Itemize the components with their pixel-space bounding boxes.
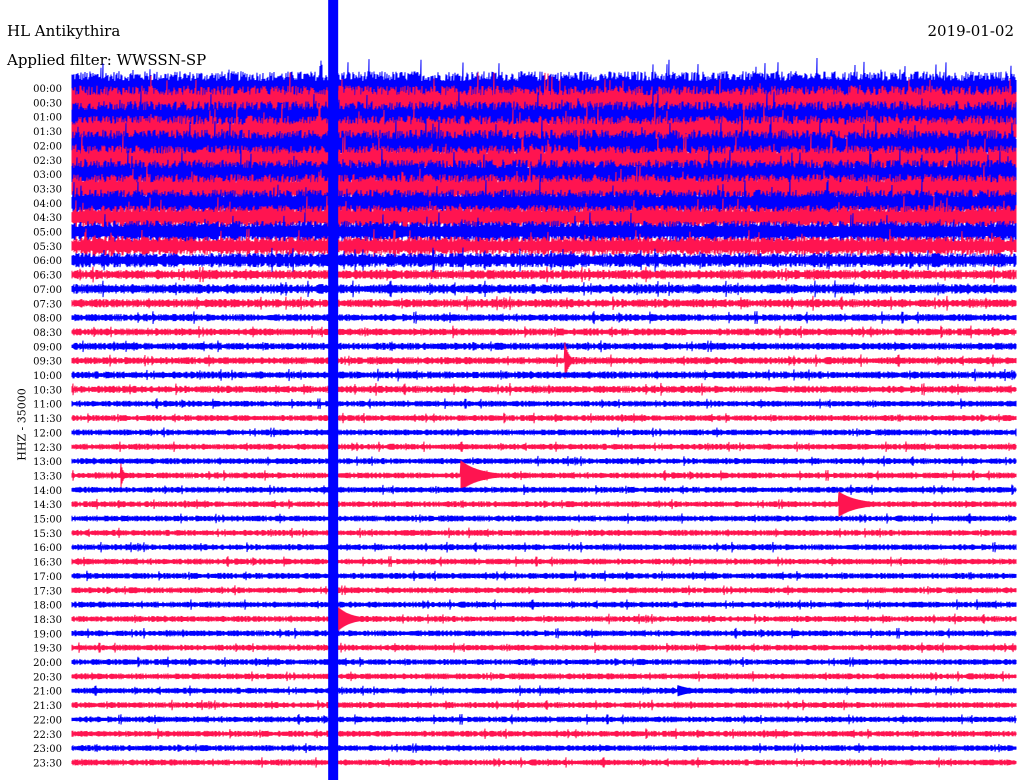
row-time-label: 17:30 bbox=[33, 586, 62, 597]
row-time-label: 12:30 bbox=[33, 443, 62, 454]
trace-row-1730 bbox=[71, 585, 1017, 596]
row-time-label: 09:00 bbox=[33, 342, 62, 353]
clipped-spike bbox=[328, 0, 339, 780]
row-time-label: 06:30 bbox=[33, 271, 62, 282]
row-time-label: 15:30 bbox=[33, 529, 62, 540]
trace-row-1300 bbox=[71, 455, 1017, 467]
row-time-label: 11:00 bbox=[33, 400, 62, 411]
trace-row-1800 bbox=[71, 599, 1017, 610]
row-time-label: 16:30 bbox=[33, 558, 62, 569]
row-time-label: 21:00 bbox=[33, 687, 62, 698]
trace-row-0730 bbox=[71, 295, 1017, 311]
row-time-label: 08:30 bbox=[33, 328, 62, 339]
trace-row-1700 bbox=[71, 570, 1017, 582]
trace-row-2030 bbox=[71, 671, 1017, 682]
row-time-label: 12:00 bbox=[33, 428, 62, 439]
trace-row-0900 bbox=[71, 340, 1017, 353]
row-time-label: 05:00 bbox=[33, 228, 62, 239]
row-time-label: 19:00 bbox=[33, 629, 62, 640]
row-time-label: 17:00 bbox=[33, 572, 62, 583]
trace-row-1930 bbox=[71, 642, 1017, 653]
trace-row-1530 bbox=[71, 527, 1017, 539]
trace-row-1130 bbox=[71, 412, 1017, 424]
row-time-label: 23:00 bbox=[33, 744, 62, 755]
trace-row-1200 bbox=[71, 427, 1017, 438]
row-time-label: 21:30 bbox=[33, 701, 62, 712]
row-time-label: 20:00 bbox=[33, 658, 62, 669]
row-time-label: 02:00 bbox=[33, 141, 62, 152]
trace-row-0800 bbox=[71, 311, 1017, 325]
trace-row-1330 bbox=[71, 460, 1017, 491]
row-time-label: 15:00 bbox=[33, 515, 62, 526]
row-time-label: 08:00 bbox=[33, 314, 62, 325]
trace-row-2300 bbox=[71, 743, 1017, 754]
trace-row-1030 bbox=[71, 382, 1017, 396]
row-time-label: 09:30 bbox=[33, 357, 62, 368]
row-time-label: 19:30 bbox=[33, 644, 62, 655]
row-time-label: 00:30 bbox=[33, 98, 62, 109]
row-time-label: 10:00 bbox=[33, 371, 62, 382]
row-time-label: 01:00 bbox=[33, 113, 62, 124]
row-time-label: 16:00 bbox=[33, 543, 62, 554]
trace-row-2230 bbox=[71, 728, 1017, 740]
trace-row-1430 bbox=[71, 491, 1017, 517]
trace-row-1500 bbox=[71, 513, 1017, 524]
row-time-label: 10:30 bbox=[33, 385, 62, 396]
row-time-label: 22:00 bbox=[33, 715, 62, 726]
row-time-label: 07:30 bbox=[33, 299, 62, 310]
row-time-label: 03:30 bbox=[33, 184, 62, 195]
row-time-label: 23:30 bbox=[33, 758, 62, 769]
row-time-label: 07:00 bbox=[33, 285, 62, 296]
row-time-label: 06:00 bbox=[33, 256, 62, 267]
trace-row-2130 bbox=[71, 699, 1017, 711]
trace-row-2330 bbox=[71, 757, 1017, 768]
trace-row-2000 bbox=[71, 656, 1017, 668]
trace-row-0830 bbox=[71, 325, 1017, 339]
row-time-label: 04:00 bbox=[33, 199, 62, 210]
trace-row-1830 bbox=[71, 603, 1017, 635]
row-time-label: 18:30 bbox=[33, 615, 62, 626]
trace-row-1400 bbox=[71, 484, 1017, 496]
row-time-label: 14:30 bbox=[33, 500, 62, 511]
trace-row-2200 bbox=[71, 713, 1017, 725]
row-time-label: 01:30 bbox=[33, 127, 62, 138]
trace-row-0700 bbox=[71, 280, 1017, 298]
trace-row-1630 bbox=[71, 556, 1017, 567]
row-time-label: 14:00 bbox=[33, 486, 62, 497]
row-time-label: 18:00 bbox=[33, 601, 62, 612]
trace-row-1000 bbox=[71, 368, 1017, 382]
row-time-label: 22:30 bbox=[33, 730, 62, 741]
trace-row-1600 bbox=[71, 541, 1017, 553]
trace-row-1900 bbox=[71, 627, 1017, 639]
row-time-label: 02:30 bbox=[33, 156, 62, 167]
row-time-label: 20:30 bbox=[33, 672, 62, 683]
row-time-label: 03:00 bbox=[33, 170, 62, 181]
row-time-label: 04:30 bbox=[33, 213, 62, 224]
row-time-label: 11:30 bbox=[33, 414, 62, 425]
trace-row-1230 bbox=[71, 441, 1017, 453]
trace-row-2100 bbox=[71, 685, 1017, 697]
trace-row-0630 bbox=[71, 266, 1017, 283]
row-time-label: 13:00 bbox=[33, 457, 62, 468]
row-time-label: 13:30 bbox=[33, 471, 62, 482]
seismogram-plot: 00:00 00:30 01:00 01:30 02:00 02:30 03:00 03:30… bbox=[33, 0, 1017, 780]
row-time-label: 00:00 bbox=[33, 84, 62, 95]
helicorder-chart: HL Antikythira Applied filter: WWSSN-SP … bbox=[0, 0, 1024, 780]
row-time-label: 05:30 bbox=[33, 242, 62, 253]
trace-row-1100 bbox=[71, 398, 1017, 410]
